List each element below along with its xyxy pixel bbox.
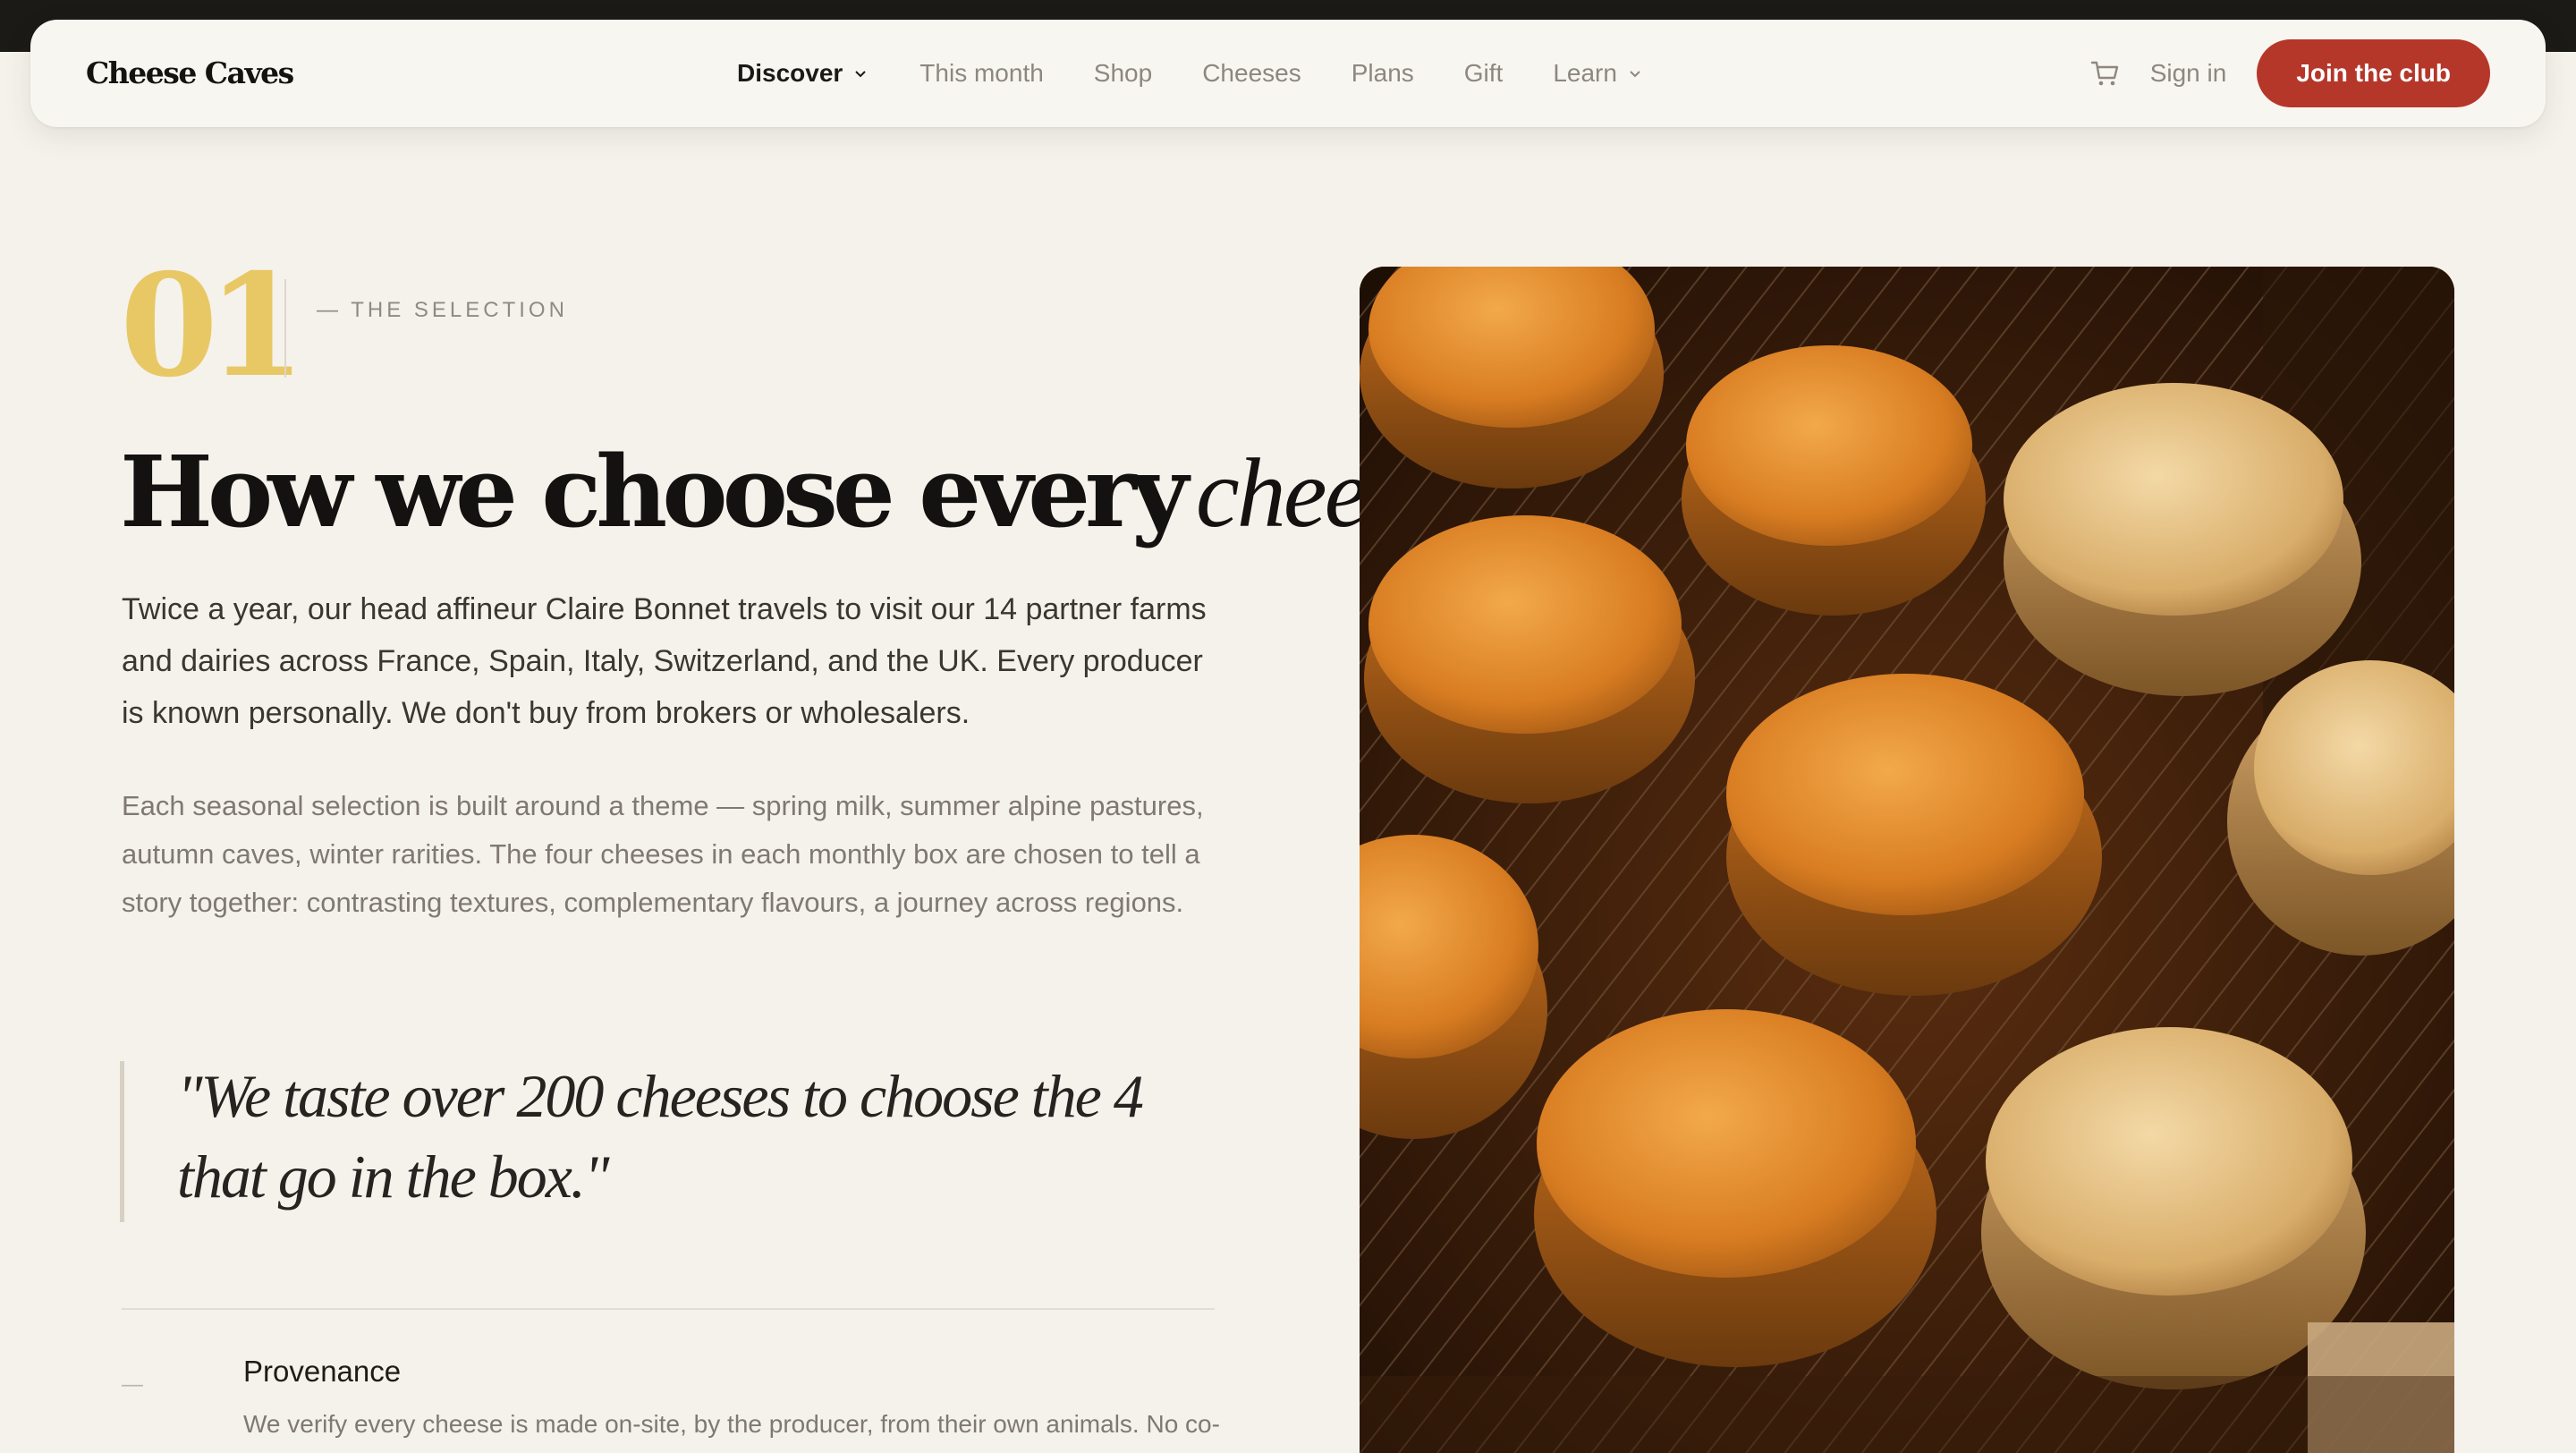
nav-item-this-month[interactable]: This month bbox=[919, 59, 1044, 88]
nav-item-cheeses[interactable]: Cheeses bbox=[1202, 59, 1301, 88]
section-eyebrow: — THE SELECTION bbox=[317, 298, 568, 322]
nav-item-label: This month bbox=[919, 59, 1044, 87]
nav-item-gift[interactable]: Gift bbox=[1464, 59, 1504, 88]
nav-item-label: Learn bbox=[1553, 59, 1617, 87]
headline-bold: How we choose every bbox=[120, 434, 1189, 549]
nav-item-label: Discover bbox=[737, 59, 843, 87]
nav-item-label: Gift bbox=[1463, 59, 1504, 87]
feature-dash: — bbox=[122, 1372, 143, 1397]
sign-in-link[interactable]: Sign in bbox=[2150, 59, 2227, 88]
body-paragraph: Each seasonal selection is built around … bbox=[122, 790, 1204, 918]
nav-item-label: Cheeses bbox=[1202, 59, 1301, 87]
nav-item-plans[interactable]: Plans bbox=[1352, 59, 1414, 88]
nav-item-label: Shop bbox=[1093, 59, 1153, 87]
nav-item-learn[interactable]: Learn bbox=[1553, 59, 1644, 88]
brand-logo[interactable]: Cheese Caves bbox=[86, 20, 294, 127]
section-divider bbox=[122, 1308, 1215, 1310]
join-club-button[interactable]: Join the club bbox=[2257, 39, 2490, 107]
pull-quote: "We taste over 200 cheeses to choose the… bbox=[177, 1062, 1144, 1211]
main-menu: Discover This month Shop Cheeses Plans G… bbox=[737, 20, 1694, 127]
cheese-cave-photo bbox=[1360, 267, 2454, 1453]
feature-description: We verify every cheese is made on-site, … bbox=[243, 1410, 1220, 1438]
section-number-divider bbox=[284, 279, 286, 378]
page-title: How we choose every cheese. bbox=[120, 429, 1467, 556]
chevron-down-icon bbox=[855, 71, 867, 78]
feature-title: Provenance bbox=[243, 1355, 402, 1388]
cheese-wheels-illustration bbox=[1360, 267, 2454, 1453]
top-navigation: Cheese Caves Discover This month Shop Ch… bbox=[30, 20, 2546, 127]
nav-item-discover[interactable]: Discover bbox=[737, 59, 869, 88]
nav-item-shop[interactable]: Shop bbox=[1094, 59, 1152, 88]
lead-paragraph: Twice a year, our head affineur Claire B… bbox=[122, 592, 1207, 730]
chevron-down-icon bbox=[1630, 71, 1640, 78]
section-number: 01 bbox=[120, 243, 306, 409]
nav-item-label: Plans bbox=[1351, 59, 1414, 87]
quote-bar bbox=[120, 1061, 124, 1222]
nav-actions: Sign in Join the club bbox=[2089, 20, 2490, 127]
cart-icon[interactable] bbox=[2089, 57, 2122, 89]
